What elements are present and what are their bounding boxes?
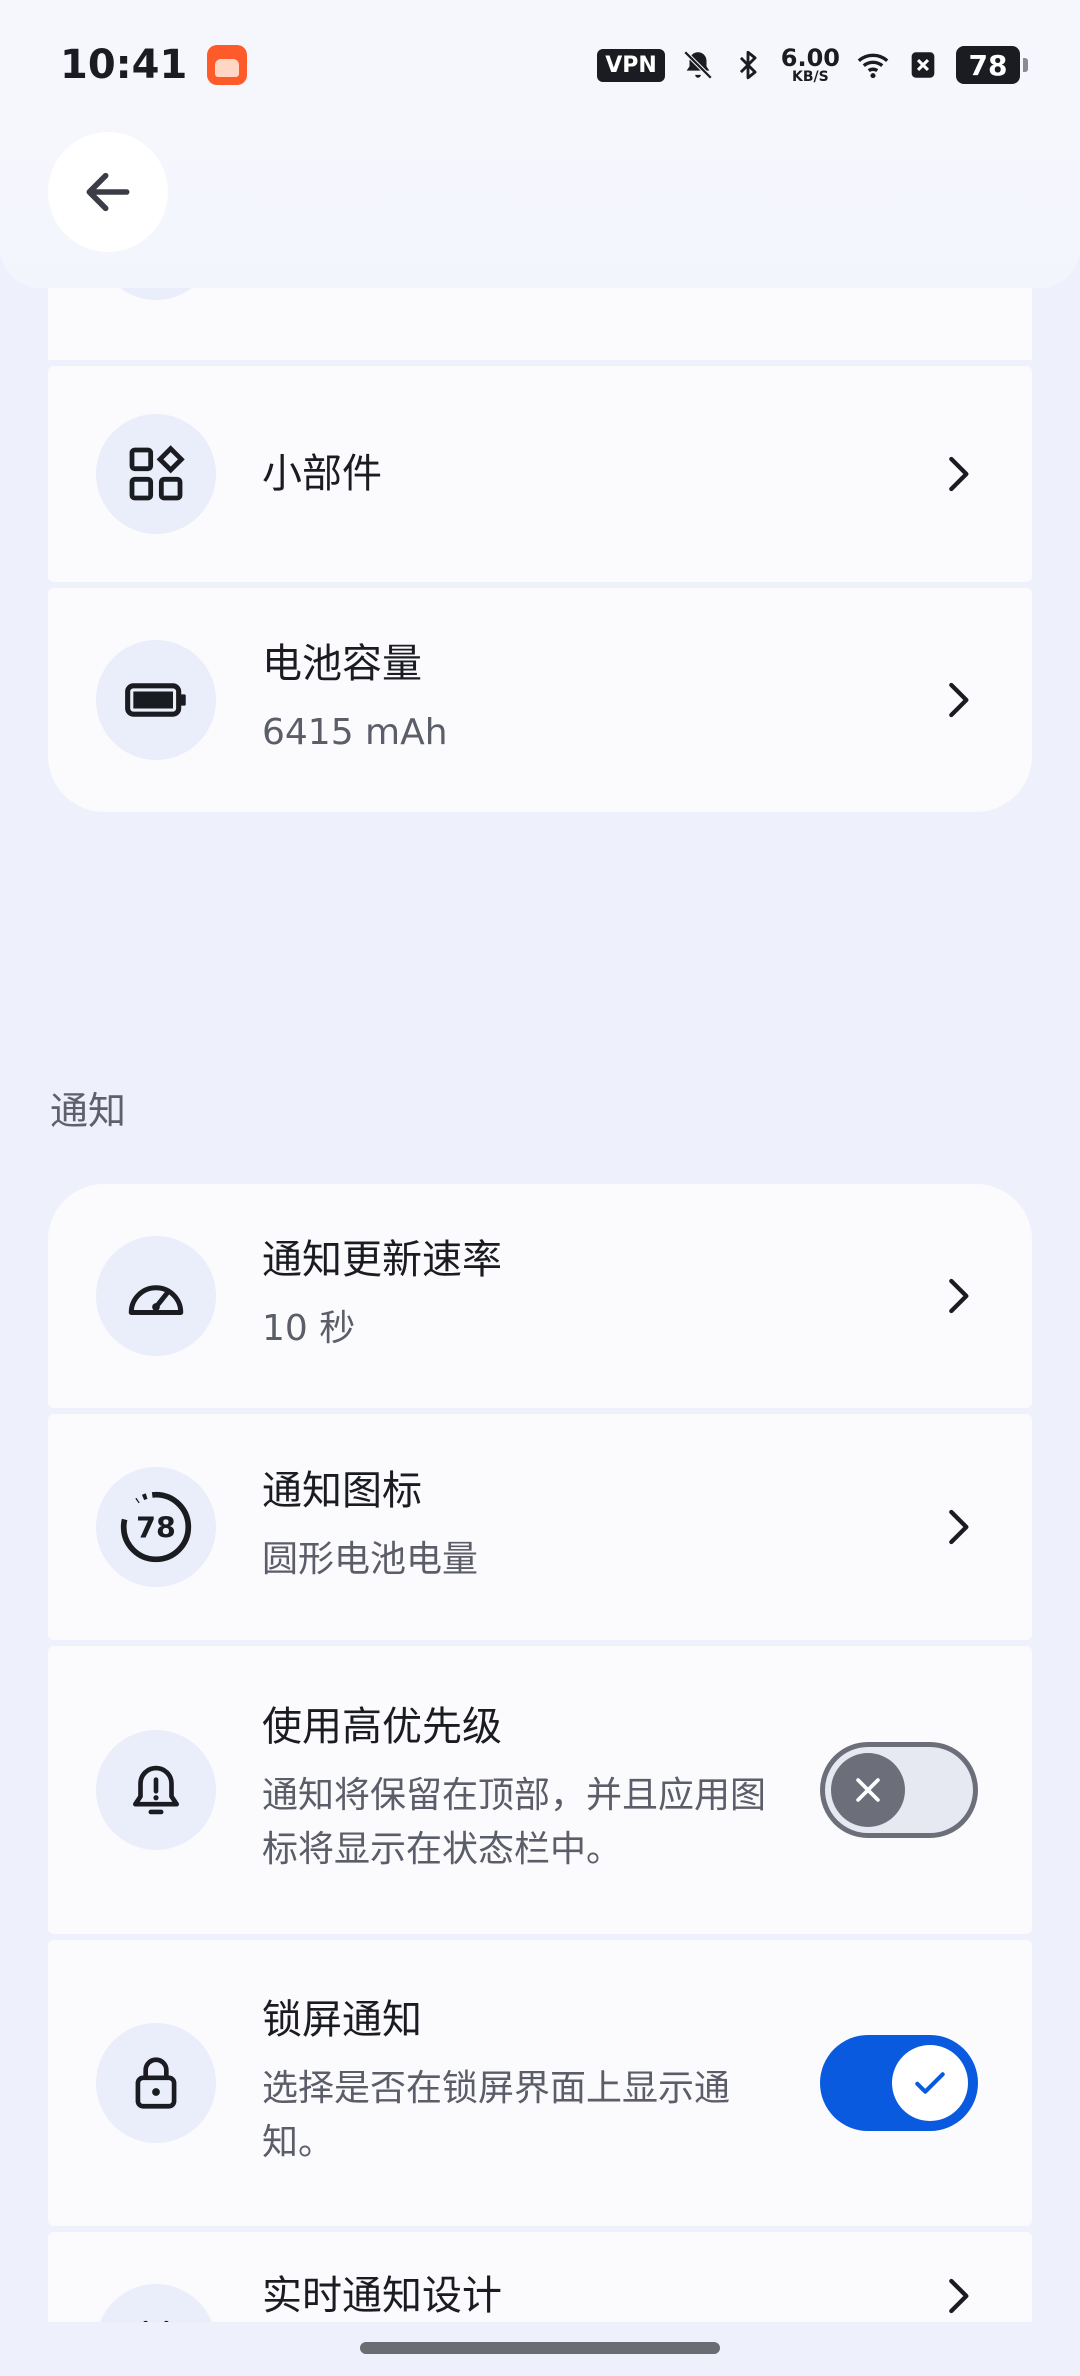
settings-row-high-priority[interactable]: 使用高优先级 通知将保留在顶部，并且应用图标将显示在状态栏中。 (48, 1646, 1032, 1934)
circular-battery-icon: 78 (120, 1491, 192, 1563)
row-text: 锁屏通知 选择是否在锁屏界面上显示通知。 (262, 1996, 820, 2170)
row-title: 小部件 (262, 451, 382, 497)
settings-row-battery-capacity[interactable]: 电池容量 6415 mAh (48, 588, 1032, 812)
arrow-left-icon (86, 172, 130, 212)
lock-screen-toggle[interactable] (820, 2035, 978, 2131)
chevron-right-icon (949, 456, 969, 492)
widgets-icon (129, 445, 185, 501)
section-header-notifications: 通知 (50, 1089, 127, 1133)
row-subtitle: 10 秒 (262, 1308, 356, 1349)
row-title: 实时通知设计 (262, 2273, 502, 2319)
icon-container: 78 (96, 1467, 216, 1587)
status-icons: VPN 6.00 KB/S 78 (597, 46, 1028, 84)
row-subtitle: 通知将保留在顶部，并且应用图标将显示在状态栏中。 (262, 1775, 767, 1870)
chevron-right-icon (949, 682, 969, 718)
row-title: 锁屏通知 (262, 1997, 422, 2043)
lock-icon (135, 2057, 177, 2109)
row-subtitle: 6415 mAh (262, 712, 448, 753)
notification-app-icon (207, 45, 248, 85)
row-title: 使用高优先级 (262, 1704, 502, 1750)
icon-container (96, 640, 216, 760)
icon-container (96, 2023, 216, 2143)
settings-row-notification-update-rate[interactable]: 通知更新速率 10 秒 (48, 1184, 1032, 1408)
row-text: 使用高优先级 通知将保留在顶部，并且应用图标将显示在状态栏中。 (262, 1703, 820, 1877)
network-speed: 6.00 KB/S (781, 46, 840, 84)
settings-row-widgets[interactable]: 小部件 (48, 366, 1032, 582)
x-app-icon (911, 52, 935, 78)
bell-icon (133, 1765, 179, 1815)
row-subtitle: 圆形电池电量 (262, 1539, 479, 1580)
settings-row-lock-screen-notification[interactable]: 锁屏通知 选择是否在锁屏界面上显示通知。 (48, 1940, 1032, 2226)
home-indicator[interactable] (360, 2342, 720, 2354)
toggle-knob (831, 1753, 905, 1827)
row-title: 通知更新速率 (262, 1237, 502, 1283)
toggle-knob (892, 2045, 968, 2121)
row-text: 通知图标 圆形电池电量 (262, 1467, 938, 1587)
vpn-icon: VPN (597, 48, 665, 82)
back-button[interactable] (48, 132, 168, 252)
speedometer-icon (128, 1285, 184, 1315)
row-text: 实时通知设计 (262, 2272, 938, 2320)
battery-icon: 78 (956, 46, 1028, 84)
speed-unit: KB/S (792, 69, 829, 85)
mute-bell-icon (683, 50, 713, 80)
row-subtitle: 选择是否在锁屏界面上显示通知。 (262, 2068, 731, 2163)
status-time: 10:41 (60, 42, 188, 88)
icon-container (96, 414, 216, 534)
settings-row-notification-icon[interactable]: 78 通知图标 圆形电池电量 (48, 1414, 1032, 1640)
check-icon (915, 2072, 945, 2094)
row-title: 通知图标 (262, 1468, 422, 1514)
top-app-bar (0, 130, 1080, 288)
close-icon (856, 1778, 880, 1802)
chevron-right-icon (949, 1509, 969, 1545)
chevron-right-icon (949, 2278, 969, 2314)
status-bar: 10:41 VPN 6.00 KB/S 78 (0, 0, 1080, 130)
chevron-right-icon (949, 1278, 969, 1314)
speed-value: 6.00 (780, 44, 840, 72)
row-text: 小部件 (262, 450, 938, 498)
battery-icon (125, 683, 186, 717)
row-text: 通知更新速率 10 秒 (262, 1236, 938, 1356)
wifi-icon (857, 53, 889, 79)
row-title: 电池容量 (262, 641, 422, 687)
icon-container (96, 1730, 216, 1850)
circular-battery-value: 78 (136, 1511, 176, 1544)
row-text: 电池容量 6415 mAh (262, 640, 938, 760)
bluetooth-icon (739, 50, 757, 80)
high-priority-toggle[interactable] (820, 1742, 978, 1838)
icon-container (96, 1236, 216, 1356)
